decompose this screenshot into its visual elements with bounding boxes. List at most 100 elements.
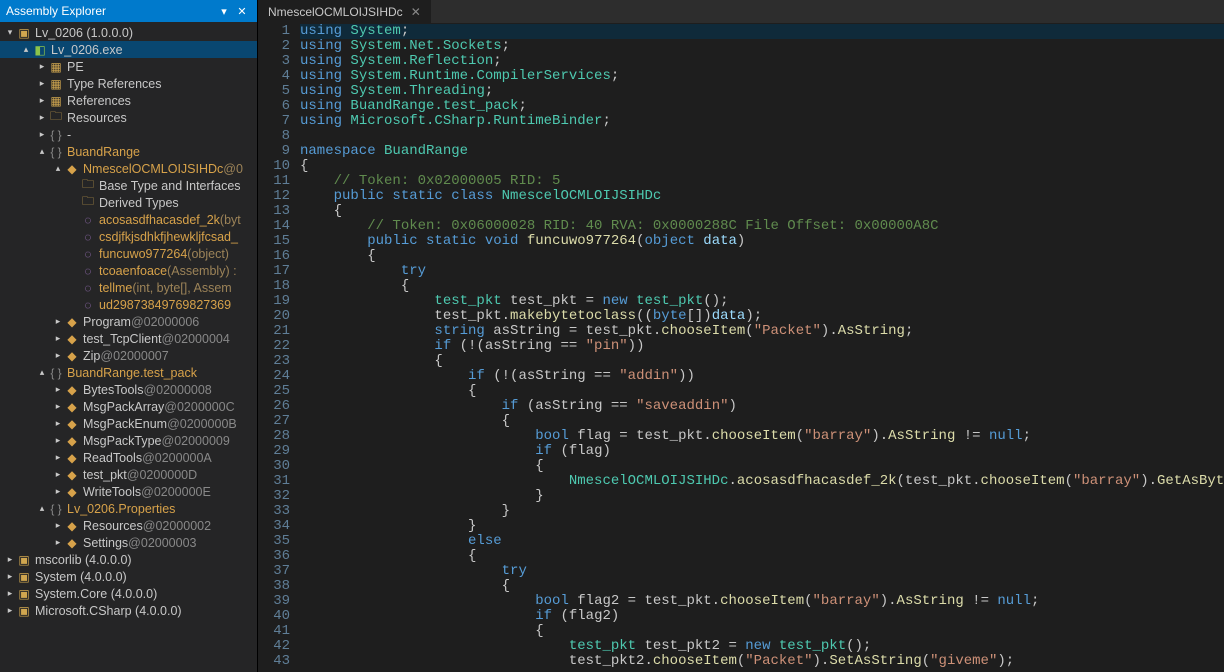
code-line[interactable]: {	[300, 624, 1224, 639]
twisty-icon[interactable]: ▸	[52, 316, 64, 327]
code-line[interactable]: {	[300, 354, 1224, 369]
tree-node[interactable]: ▸◆test_TcpClient @02000004	[0, 330, 257, 347]
code-line[interactable]: {	[300, 384, 1224, 399]
code-line[interactable]: using Microsoft.CSharp.RuntimeBinder;	[300, 114, 1224, 129]
twisty-icon[interactable]: ▴	[52, 163, 64, 174]
code-line[interactable]: test_pkt.makebytetoclass((byte[])data);	[300, 309, 1224, 324]
code-line[interactable]: // Token: 0x02000005 RID: 5	[300, 174, 1224, 189]
code-line[interactable]: if (asString == "saveaddin")	[300, 399, 1224, 414]
twisty-icon[interactable]: ▸	[52, 435, 64, 446]
tree-node[interactable]: ▾▣Lv_0206 (1.0.0.0)	[0, 24, 257, 41]
code-line[interactable]: bool flag2 = test_pkt.chooseItem("barray…	[300, 594, 1224, 609]
code-line[interactable]: }	[300, 519, 1224, 534]
tab-close-icon[interactable]: ✕	[411, 5, 421, 19]
twisty-icon[interactable]: ▸	[52, 333, 64, 344]
code-line[interactable]: using System.Threading;	[300, 84, 1224, 99]
tree-node[interactable]: ▸◆MsgPackEnum @0200000B	[0, 415, 257, 432]
twisty-icon[interactable]: ▸	[36, 112, 48, 123]
tree-node[interactable]: ▴{ }BuandRange.test_pack	[0, 364, 257, 381]
code-line[interactable]: }	[300, 504, 1224, 519]
code-line[interactable]: public static void funcuwo977264(object …	[300, 234, 1224, 249]
twisty-icon[interactable]: ▴	[20, 44, 32, 55]
code-line[interactable]: {	[300, 579, 1224, 594]
twisty-icon[interactable]: ▸	[4, 588, 16, 599]
code-line[interactable]: if (flag2)	[300, 609, 1224, 624]
tree-node[interactable]: ▸▣System.Core (4.0.0.0)	[0, 585, 257, 602]
code-line[interactable]: {	[300, 279, 1224, 294]
code-line[interactable]: test_pkt2.chooseItem("Packet").SetAsStri…	[300, 654, 1224, 669]
tree-node[interactable]: ◌funcuwo977264(object)	[0, 245, 257, 262]
twisty-icon[interactable]: ▸	[52, 452, 64, 463]
code-line[interactable]: test_pkt test_pkt = new test_pkt();	[300, 294, 1224, 309]
code-line[interactable]: }	[300, 489, 1224, 504]
tree-node[interactable]: ▸◆Zip @02000007	[0, 347, 257, 364]
tree-node[interactable]: ▴{ }Lv_0206.Properties	[0, 500, 257, 517]
twisty-icon[interactable]: ▸	[52, 418, 64, 429]
code-body[interactable]: using System;using System.Net.Sockets;us…	[300, 24, 1224, 672]
tree-node[interactable]: 🗀Derived Types	[0, 194, 257, 211]
twisty-icon[interactable]: ▸	[36, 129, 48, 140]
code-area[interactable]: 1234567891011121314151617181920212223242…	[258, 24, 1224, 672]
code-line[interactable]: using System.Reflection;	[300, 54, 1224, 69]
tree-node[interactable]: ▸◆WriteTools @0200000E	[0, 483, 257, 500]
editor-tab[interactable]: NmescelOCMLOIJSIHDc ✕	[258, 0, 432, 23]
tree-node[interactable]: ▴{ }BuandRange	[0, 143, 257, 160]
code-line[interactable]: try	[300, 264, 1224, 279]
tree-node[interactable]: ▸▣System (4.0.0.0)	[0, 568, 257, 585]
assembly-tree[interactable]: ▾▣Lv_0206 (1.0.0.0)▴◧Lv_0206.exe▸▦PE▸▦Ty…	[0, 22, 257, 672]
code-line[interactable]: using System.Runtime.CompilerServices;	[300, 69, 1224, 84]
tree-node[interactable]: ▸◆MsgPackType @02000009	[0, 432, 257, 449]
code-line[interactable]: else	[300, 534, 1224, 549]
code-line[interactable]: public static class NmescelOCMLOIJSIHDc	[300, 189, 1224, 204]
code-line[interactable]: if (flag)	[300, 444, 1224, 459]
tree-node[interactable]: ▸◆Settings @02000003	[0, 534, 257, 551]
twisty-icon[interactable]: ▸	[52, 350, 64, 361]
tree-node[interactable]: ▸▦Type References	[0, 75, 257, 92]
twisty-icon[interactable]: ▸	[52, 401, 64, 412]
code-line[interactable]: {	[300, 459, 1224, 474]
twisty-icon[interactable]: ▸	[36, 78, 48, 89]
tree-node[interactable]: ▸◆Resources @02000002	[0, 517, 257, 534]
tree-node[interactable]: ▸▦References	[0, 92, 257, 109]
code-line[interactable]: namespace BuandRange	[300, 144, 1224, 159]
tree-node[interactable]: ◌tcoaenfoace(Assembly) :	[0, 262, 257, 279]
tree-node[interactable]: ▸▣Microsoft.CSharp (4.0.0.0)	[0, 602, 257, 619]
twisty-icon[interactable]: ▾	[4, 27, 16, 38]
twisty-icon[interactable]: ▸	[52, 469, 64, 480]
code-line[interactable]: // Token: 0x06000028 RID: 40 RVA: 0x0000…	[300, 219, 1224, 234]
twisty-icon[interactable]: ▸	[52, 384, 64, 395]
code-line[interactable]	[300, 129, 1224, 144]
twisty-icon[interactable]: ▸	[4, 605, 16, 616]
code-line[interactable]: {	[300, 159, 1224, 174]
twisty-icon[interactable]: ▴	[36, 367, 48, 378]
twisty-icon[interactable]: ▸	[4, 554, 16, 565]
code-line[interactable]: {	[300, 414, 1224, 429]
tree-node[interactable]: ◌tellme(int, byte[], Assem	[0, 279, 257, 296]
tree-node[interactable]: ◌acosasdfhacasdef_2k(byt	[0, 211, 257, 228]
code-line[interactable]: try	[300, 564, 1224, 579]
twisty-icon[interactable]: ▸	[52, 520, 64, 531]
code-line[interactable]: test_pkt test_pkt2 = new test_pkt();	[300, 639, 1224, 654]
twisty-icon[interactable]: ▴	[36, 146, 48, 157]
tree-node[interactable]: ▴◧Lv_0206.exe	[0, 41, 257, 58]
tree-node[interactable]: ◌ud29873849769827369	[0, 296, 257, 313]
twisty-icon[interactable]: ▸	[52, 486, 64, 497]
twisty-icon[interactable]: ▸	[36, 95, 48, 106]
tree-node[interactable]: ▸◆ReadTools @0200000A	[0, 449, 257, 466]
tree-node[interactable]: ▴◆NmescelOCMLOIJSIHDc @0	[0, 160, 257, 177]
tree-node[interactable]: ▸{ }-	[0, 126, 257, 143]
code-line[interactable]: using System;	[300, 24, 1224, 39]
code-line[interactable]: string asString = test_pkt.chooseItem("P…	[300, 324, 1224, 339]
tree-node[interactable]: ▸▣mscorlib (4.0.0.0)	[0, 551, 257, 568]
tree-node[interactable]: ▸🗀Resources	[0, 109, 257, 126]
code-line[interactable]: NmescelOCMLOIJSIHDc.acosasdfhacasdef_2k(…	[300, 474, 1224, 489]
code-line[interactable]: using BuandRange.test_pack;	[300, 99, 1224, 114]
twisty-icon[interactable]: ▸	[36, 61, 48, 72]
tree-node[interactable]: ▸◆BytesTools @02000008	[0, 381, 257, 398]
close-icon[interactable]: ✕	[233, 2, 251, 20]
tree-node[interactable]: 🗀Base Type and Interfaces	[0, 177, 257, 194]
twisty-icon[interactable]: ▸	[4, 571, 16, 582]
code-line[interactable]: if (!(asString == "addin"))	[300, 369, 1224, 384]
code-line[interactable]: {	[300, 249, 1224, 264]
tree-node[interactable]: ▸◆Program @02000006	[0, 313, 257, 330]
